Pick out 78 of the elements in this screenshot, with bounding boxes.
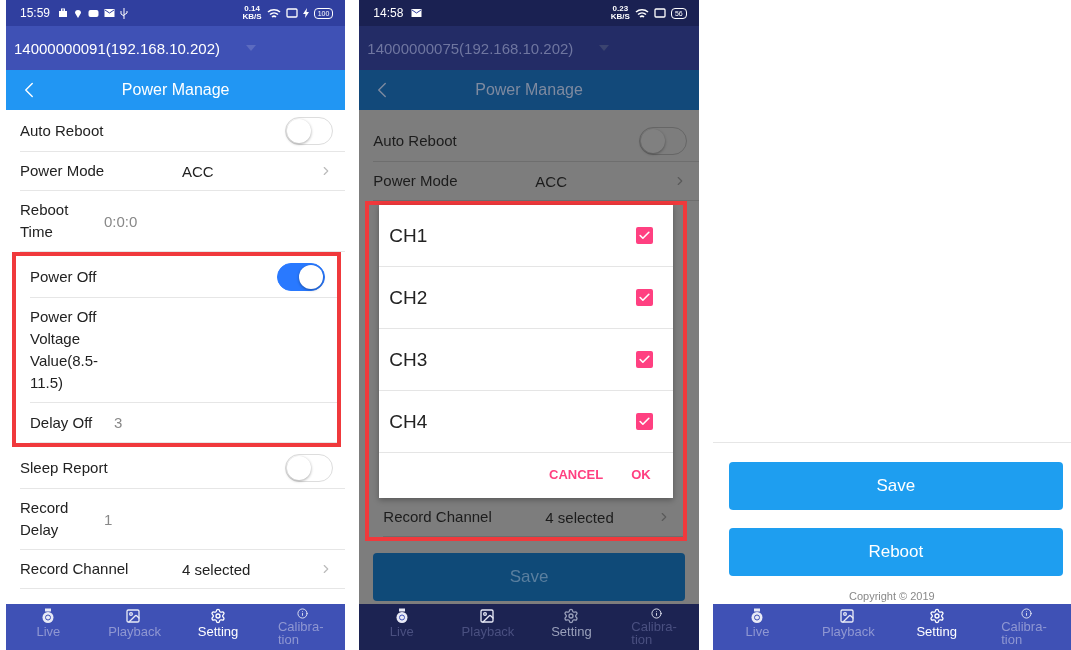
- info-icon: [650, 608, 662, 619]
- check-icon: [637, 229, 651, 242]
- check-icon: [637, 353, 651, 366]
- clock-time: 14:58: [373, 6, 404, 20]
- checkbox[interactable]: [635, 289, 653, 306]
- checkbox[interactable]: [635, 413, 653, 430]
- check-icon: [637, 291, 651, 304]
- setting-value[interactable]: ACC: [182, 162, 320, 180]
- channel-label[interactable]: CH1: [389, 224, 636, 247]
- ok-button[interactable]: OK: [631, 467, 651, 482]
- setting-label: Reboot Time: [20, 200, 70, 242]
- channel-label[interactable]: CH2: [389, 286, 636, 309]
- nav-tab[interactable]: Live: [6, 604, 91, 650]
- nav-tab[interactable]: Live: [712, 604, 803, 650]
- briefcase-icon: [58, 8, 69, 18]
- clock-time: 15:59: [20, 6, 51, 20]
- wifi-icon: [634, 7, 649, 19]
- save-button[interactable]: Save: [373, 553, 685, 601]
- nav-tab[interactable]: Playback: [90, 604, 176, 650]
- setting-value[interactable]: ACC: [535, 172, 673, 190]
- setting-label: Power Mode: [20, 161, 106, 181]
- channel-label[interactable]: CH3: [389, 348, 636, 371]
- setting-value[interactable]: 4 selected: [545, 508, 657, 526]
- dropdown-caret-icon: [246, 45, 257, 51]
- image-icon: [125, 608, 142, 624]
- nav-tab[interactable]: Calibra-tion: [981, 604, 1071, 650]
- channel-label[interactable]: CH4: [389, 410, 636, 433]
- setting-label: Sleep Report: [20, 457, 108, 478]
- checkbox[interactable]: [635, 351, 653, 368]
- settings-icon: [210, 608, 227, 624]
- check-icon: [637, 415, 651, 428]
- toggle-switch[interactable]: [638, 126, 687, 155]
- action-button[interactable]: Reboot: [728, 528, 1063, 576]
- setting-label: Auto Reboot: [373, 130, 457, 151]
- setting-label: Power Mode: [373, 171, 459, 191]
- screen-icon: [653, 8, 666, 18]
- dropdown-caret-icon: [599, 45, 610, 51]
- setting-label: Record Channel: [20, 559, 130, 579]
- location-pin-icon: [73, 8, 84, 18]
- usb-icon: [120, 7, 129, 19]
- camera-icon: [750, 608, 765, 624]
- page-title: Power Manage: [120, 81, 231, 99]
- setting-label: Power Off Voltage Value(8.5-11.5): [30, 307, 100, 393]
- cancel-button[interactable]: CANCEL: [549, 467, 604, 482]
- settings-icon: [563, 608, 580, 624]
- nav-tab[interactable]: Setting: [175, 604, 261, 650]
- action-button[interactable]: Save: [728, 462, 1063, 510]
- mail-icon: [411, 8, 423, 18]
- setting-label: Delay Off: [30, 412, 94, 433]
- wifi-icon: [266, 7, 281, 19]
- setting-value[interactable]: 0:0:0: [104, 212, 334, 230]
- mail-icon: [104, 8, 116, 18]
- nav-tab[interactable]: Calibra-tion: [260, 604, 346, 650]
- charging-bolt-icon: [302, 8, 309, 18]
- info-icon: [297, 608, 309, 619]
- setting-value[interactable]: 4 selected: [182, 560, 320, 578]
- image-icon: [478, 608, 495, 624]
- camera-icon: [394, 608, 409, 624]
- toggle-switch[interactable]: [277, 262, 326, 291]
- network-speed: 0.23 KB/S: [610, 5, 630, 21]
- setting-label: Auto Reboot: [20, 120, 104, 141]
- nav-tab[interactable]: Playback: [802, 604, 892, 650]
- copyright-text: Copyright © 2019: [847, 590, 936, 602]
- nav-tab[interactable]: Setting: [891, 604, 982, 650]
- page-title: Power Manage: [474, 81, 584, 99]
- nav-tab[interactable]: Setting: [529, 604, 614, 650]
- setting-value[interactable]: 3: [114, 414, 326, 431]
- screen-icon: [285, 8, 298, 18]
- setting-label: Record Channel: [383, 507, 493, 527]
- camera-icon: [41, 608, 56, 624]
- image-icon: [839, 608, 856, 624]
- setting-value[interactable]: 1: [104, 510, 334, 528]
- settings-icon: [928, 608, 945, 624]
- checkbox[interactable]: [635, 227, 653, 244]
- setting-label: Power Off: [30, 266, 97, 287]
- info-icon: [1020, 608, 1032, 619]
- network-speed: 0.14 KB/S: [242, 5, 262, 21]
- setting-label: Record Delay: [20, 498, 70, 540]
